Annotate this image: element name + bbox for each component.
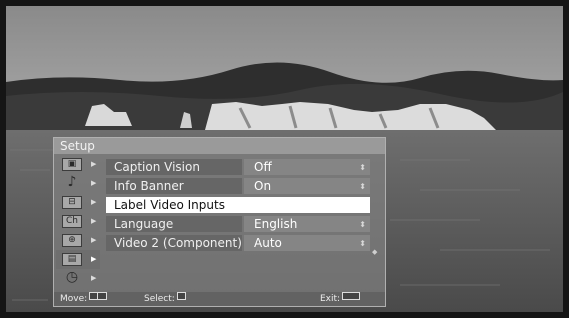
setting-value: English	[254, 217, 298, 231]
menu-category-parental-lock[interactable]: ⊕ ▶	[56, 231, 100, 250]
setting-row[interactable]: Info Banner On ⬍	[106, 177, 371, 196]
chevron-up-down-icon: ⬍	[359, 220, 366, 229]
exit-hint: Exit:	[320, 292, 361, 306]
music-note-icon: ♪	[67, 174, 77, 190]
submenu-arrow-icon: ▶	[91, 236, 97, 244]
menu-title: Setup	[54, 138, 385, 154]
submenu-arrow-icon: ▶	[91, 217, 97, 225]
move-hint: Move:	[60, 292, 108, 306]
chevron-up-down-icon: ⬍	[359, 163, 366, 172]
menu-category-music-note[interactable]: ♪ ▶	[56, 174, 100, 193]
setup-toolbox-icon: ▤	[62, 253, 82, 266]
setting-value-selector[interactable]: Auto ⬍	[244, 235, 370, 251]
submenu-arrow-icon: ▶	[91, 198, 97, 206]
setting-label: Video 2 (Component)	[106, 235, 242, 251]
chevron-up-down-icon: ⬍	[359, 182, 366, 191]
setting-value-selector[interactable]: English ⬍	[244, 216, 370, 232]
submenu-arrow-icon: ▶	[91, 255, 97, 263]
menu-category-setup-toolbox[interactable]: ▤ ▶	[56, 250, 100, 269]
menu-category-screen[interactable]: ⊟ ▶	[56, 193, 100, 212]
menu-category-icons: ▣ ▶ ♪ ▶ ⊟ ▶ Ch ▶ ⊕ ▶ ▤ ▶ ◷ ▶	[56, 155, 100, 288]
setting-value: Auto	[254, 236, 282, 250]
menu-category-picture[interactable]: ▣ ▶	[56, 155, 100, 174]
setting-value: Off	[254, 160, 272, 174]
screen-icon: ⊟	[62, 196, 82, 209]
clock-icon: ◷	[65, 269, 79, 285]
submenu-arrow-icon: ▶	[91, 160, 97, 168]
submenu-arrow-icon: ▶	[91, 179, 97, 187]
submenu-arrow-icon: ▶	[91, 274, 97, 282]
menu-footer-hints: Move: Select: Exit:	[54, 292, 385, 306]
tv-screen: Setup ▣ ▶ ♪ ▶ ⊟ ▶ Ch ▶ ⊕ ▶ ▤ ▶ ◷ ▶ Caption Vision Off ⬍…	[0, 0, 569, 318]
menu-category-channel[interactable]: Ch ▶	[56, 212, 100, 231]
setting-label: Info Banner	[106, 178, 242, 194]
setting-label: Language	[106, 216, 242, 232]
setting-value: On	[254, 179, 272, 193]
setting-row[interactable]: Label Video Inputs	[106, 196, 371, 215]
menu-category-clock[interactable]: ◷ ▶	[56, 269, 100, 288]
setting-row[interactable]: Language English ⬍	[106, 215, 371, 234]
setting-row[interactable]: Caption Vision Off ⬍	[106, 158, 371, 177]
setting-value-selector[interactable]: Off ⬍	[244, 159, 370, 175]
menu-settings-list: Caption Vision Off ⬍ Info Banner On ⬍ Label Vi…	[106, 158, 371, 253]
channel-icon: Ch	[62, 215, 82, 228]
setup-menu-panel: Setup ▣ ▶ ♪ ▶ ⊟ ▶ Ch ▶ ⊕ ▶ ▤ ▶ ◷ ▶ Caption Vision Off ⬍…	[53, 137, 386, 307]
scroll-indicator-icon: ◆	[372, 248, 378, 256]
menu-key-icon	[342, 292, 361, 300]
picture-icon: ▣	[62, 158, 82, 171]
enter-key-icon	[176, 292, 186, 300]
arrow-key-icon	[89, 292, 99, 300]
setting-label: Label Video Inputs	[106, 197, 370, 213]
select-hint: Select:	[144, 292, 186, 306]
setting-value-selector[interactable]: On ⬍	[244, 178, 370, 194]
setting-row[interactable]: Video 2 (Component) Auto ⬍	[106, 234, 371, 253]
setting-label: Caption Vision	[106, 159, 242, 175]
parental-lock-icon: ⊕	[62, 234, 82, 247]
chevron-up-down-icon: ⬍	[359, 239, 366, 248]
